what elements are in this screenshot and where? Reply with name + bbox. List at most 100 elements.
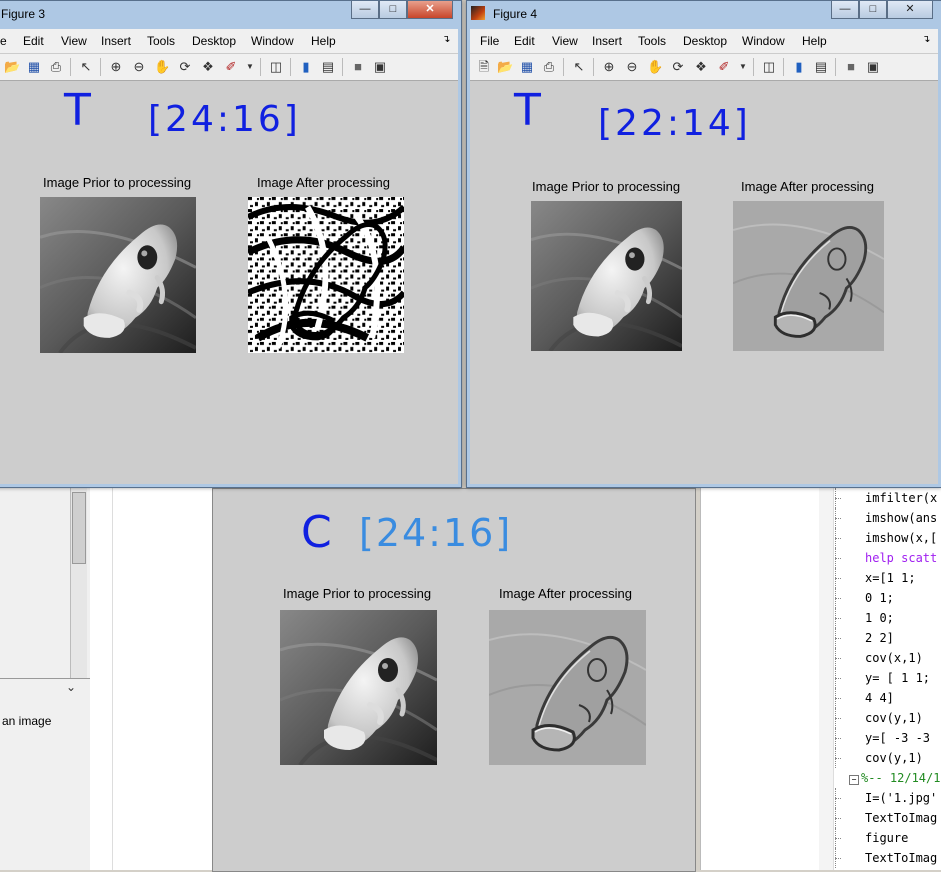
pointer-icon[interactable]: ↖ [571, 59, 587, 75]
frog-filtered-image [733, 201, 884, 351]
prior-image-title: Image Prior to processing [283, 586, 432, 601]
history-line[interactable]: 1 0; [835, 608, 941, 628]
close-button[interactable]: ✕ [407, 1, 453, 19]
history-line[interactable]: x=[1 1; [835, 568, 941, 588]
legend-icon[interactable]: ▤ [813, 59, 829, 75]
pan-icon[interactable]: ✋ [647, 59, 663, 75]
open-file-icon[interactable]: 📂 [497, 59, 513, 75]
dock-arrow-icon[interactable]: ↴ [922, 34, 930, 45]
zoom-in-icon[interactable]: ⊕ [601, 59, 617, 75]
minimize-button[interactable]: — [351, 1, 379, 19]
menu-tools[interactable]: Tools [638, 34, 666, 48]
maximize-button[interactable]: □ [379, 1, 407, 19]
toolbar-separator [100, 58, 101, 76]
history-line[interactable]: TextToImag [835, 848, 941, 868]
history-line[interactable]: 2 2] [835, 628, 941, 648]
pan-icon[interactable]: ✋ [154, 59, 170, 75]
rotate-icon[interactable]: ⟳ [177, 59, 193, 75]
history-section-header[interactable]: − %-- 12/14/12 [835, 768, 941, 788]
menu-insert[interactable]: Insert [592, 34, 622, 48]
minimize-button[interactable]: — [831, 1, 859, 19]
data-cursor-icon[interactable]: ❖ [200, 59, 216, 75]
legend-icon[interactable]: ▤ [320, 59, 336, 75]
history-line[interactable]: 0 1; [835, 588, 941, 608]
zoom-out-icon[interactable]: ⊖ [624, 59, 640, 75]
history-line[interactable]: imshow(x,[ [835, 528, 941, 548]
colorbar-icon[interactable]: ▮ [791, 59, 807, 75]
new-figure-icon[interactable]: 🗎 [476, 59, 492, 75]
colorbar-icon[interactable]: ▮ [298, 59, 314, 75]
matlab-icon [471, 6, 485, 20]
brush-dropdown-icon[interactable]: ▼ [735, 59, 751, 75]
scrollbar-thumb[interactable] [72, 492, 86, 564]
menu-help[interactable]: Help [311, 34, 336, 48]
save-icon[interactable]: ▦ [519, 59, 535, 75]
history-line[interactable]: cov(y,1) [835, 708, 941, 728]
history-line[interactable]: TextToImag [835, 808, 941, 828]
frog-filtered-image [489, 610, 646, 765]
save-icon[interactable]: ▦ [26, 59, 42, 75]
handwritten-range: [24:16] [359, 511, 513, 555]
command-history-panel: imfilter(x imshow(ans imshow(x,[ help sc… [700, 488, 941, 870]
toolbar-separator [835, 58, 836, 76]
left-panel-hint: an image [2, 714, 52, 728]
figure3-titlebar[interactable]: Figure 3 — □ ✕ [0, 1, 461, 27]
menu-edit[interactable]: Edit [23, 34, 44, 48]
menu-window[interactable]: Window [742, 34, 785, 48]
rotate-icon[interactable]: ⟳ [670, 59, 686, 75]
open-file-icon[interactable]: 📂 [4, 59, 20, 75]
frog-original-image [40, 197, 196, 353]
history-line[interactable]: help scatt [835, 548, 941, 568]
history-line[interactable]: imfilter(x [835, 488, 941, 508]
menubar: File Edit View Insert Tools Desktop Wind… [470, 29, 938, 54]
menu-file[interactable]: e [0, 34, 7, 48]
print-icon[interactable]: ⎙ [541, 59, 557, 75]
print-icon[interactable]: ⎙ [48, 59, 64, 75]
history-line[interactable]: imshow(ans [835, 508, 941, 528]
menu-desktop[interactable]: Desktop [683, 34, 727, 48]
toolbar-separator [260, 58, 261, 76]
divider [0, 678, 90, 679]
maximize-button[interactable]: □ [859, 1, 887, 19]
hide-tools-icon[interactable]: ■ [843, 59, 859, 75]
menu-edit[interactable]: Edit [514, 34, 535, 48]
show-tools-icon[interactable]: ▣ [372, 59, 388, 75]
command-history-list: imfilter(x imshow(ans imshow(x,[ help sc… [835, 488, 941, 868]
show-tools-icon[interactable]: ▣ [865, 59, 881, 75]
history-line[interactable]: y= [ 1 1; [835, 668, 941, 688]
zoom-in-icon[interactable]: ⊕ [108, 59, 124, 75]
menu-file[interactable]: File [480, 34, 499, 48]
workspace-fragment [90, 488, 216, 870]
data-cursor-icon[interactable]: ❖ [693, 59, 709, 75]
menu-view[interactable]: View [552, 34, 578, 48]
figure3-canvas: T [24:16] Image Prior to processing Imag… [0, 81, 458, 484]
brush-icon[interactable]: ✐ [716, 59, 732, 75]
handwritten-letter: T [64, 85, 91, 136]
menu-tools[interactable]: Tools [147, 34, 175, 48]
pointer-icon[interactable]: ↖ [78, 59, 94, 75]
link-plot-icon[interactable]: ◫ [761, 59, 777, 75]
history-line[interactable]: 4 4] [835, 688, 941, 708]
history-line[interactable]: I=('1.jpg' [835, 788, 941, 808]
history-line[interactable]: cov(x,1) [835, 648, 941, 668]
figure4-titlebar[interactable]: Figure 4 — □ ✕ [467, 1, 941, 27]
chevron-down-icon[interactable]: ⌄ [66, 680, 76, 694]
hide-tools-icon[interactable]: ■ [350, 59, 366, 75]
menu-view[interactable]: View [61, 34, 87, 48]
close-button[interactable]: ✕ [887, 1, 933, 19]
dock-arrow-icon[interactable]: ↴ [442, 34, 450, 45]
collapse-icon[interactable]: − [849, 775, 859, 785]
handwritten-letter: T [514, 85, 541, 136]
history-line[interactable]: cov(y,1) [835, 748, 941, 768]
history-line[interactable]: y=[ -3 -3 [835, 728, 941, 748]
brush-icon[interactable]: ✐ [223, 59, 239, 75]
zoom-out-icon[interactable]: ⊖ [131, 59, 147, 75]
menu-window[interactable]: Window [251, 34, 294, 48]
menu-help[interactable]: Help [802, 34, 827, 48]
link-plot-icon[interactable]: ◫ [268, 59, 284, 75]
menu-insert[interactable]: Insert [101, 34, 131, 48]
brush-dropdown-icon[interactable]: ▼ [242, 59, 258, 75]
history-line[interactable]: figure [835, 828, 941, 848]
figure-toolbar: 📂 ▦ ⎙ ↖ ⊕ ⊖ ✋ ⟳ ❖ ✐ ▼ ◫ ▮ ▤ ■ ▣ [0, 54, 458, 81]
menu-desktop[interactable]: Desktop [192, 34, 236, 48]
